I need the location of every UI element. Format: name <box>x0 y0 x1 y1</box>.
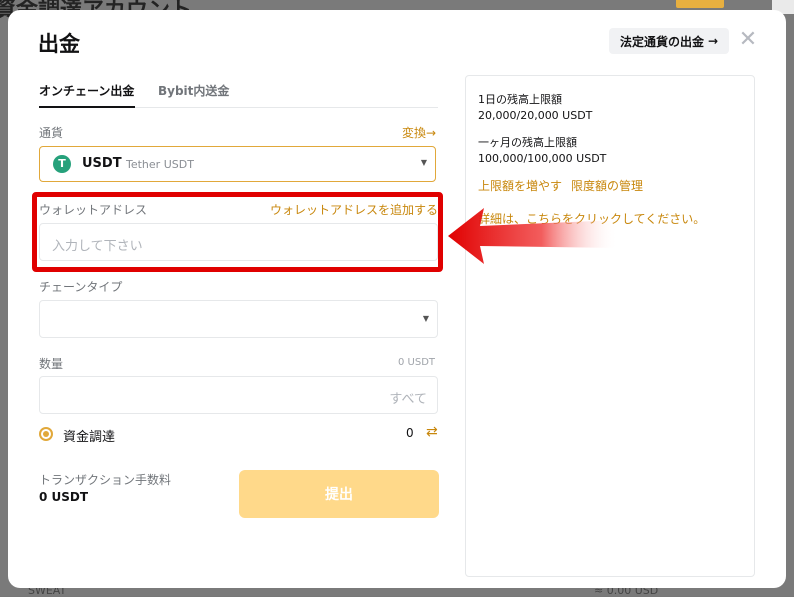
amount-label: 数量 <box>39 357 64 371</box>
tab-internal-transfer[interactable]: Bybit内送金 <box>158 82 229 99</box>
amount-input[interactable]: すべて <box>39 376 438 414</box>
tab-onchain-withdraw[interactable]: オンチェーン出金 <box>39 82 134 99</box>
arrow-right-icon: → <box>426 126 437 140</box>
chain-type-label: チェーンタイプ <box>39 280 123 294</box>
highlight-annotation-box <box>32 192 443 272</box>
convert-link[interactable]: 変換→ <box>402 124 436 141</box>
limit-info-panel: 1日の残高上限額 20,000/20,000 USDT 一ヶ月の残高上限額 10… <box>465 75 755 577</box>
funding-label: 資金調達 <box>63 430 116 445</box>
background-badge <box>676 0 724 8</box>
close-icon[interactable]: ✕ <box>738 29 758 51</box>
funding-radio[interactable] <box>39 427 53 441</box>
fee-value: 0 USDT <box>39 490 89 504</box>
currency-label: 通貨 <box>39 126 64 140</box>
monthly-limit-value: 100,000/100,000 USDT <box>478 152 607 165</box>
annotation-arrow-icon <box>448 208 618 264</box>
tether-icon: T <box>53 155 71 173</box>
submit-button[interactable]: 提出 <box>239 470 439 518</box>
convert-link-label: 変換 <box>402 126 427 140</box>
fiat-withdraw-button[interactable]: 法定通貨の出金 → <box>609 28 729 54</box>
modal-title: 出金 <box>38 32 80 56</box>
arrow-right-icon: → <box>707 34 719 48</box>
daily-limit-label: 1日の残高上限額 <box>478 93 562 106</box>
monthly-limit-label: 一ヶ月の残高上限額 <box>478 136 577 149</box>
fee-label: トランザクション手数料 <box>39 473 172 487</box>
swap-icon[interactable]: ⇄ <box>426 424 438 440</box>
manage-limit-link[interactable]: 限度額の管理 <box>571 177 643 194</box>
fiat-withdraw-label: 法定通貨の出金 <box>619 34 704 49</box>
active-tab-indicator <box>39 106 135 108</box>
currency-symbol: USDT <box>82 156 122 171</box>
amount-balance: 0 USDT <box>398 357 436 368</box>
max-amount-button[interactable]: すべて <box>389 388 427 407</box>
increase-limit-link[interactable]: 上限額を増やす <box>478 177 562 194</box>
chevron-down-icon: ▼ <box>422 314 429 323</box>
chain-type-select[interactable]: ▼ <box>39 300 438 338</box>
currency-select[interactable]: T USDT Tether USDT ▼ <box>39 146 436 182</box>
daily-limit-value: 20,000/20,000 USDT <box>478 109 593 122</box>
funding-value: 0 <box>406 426 414 440</box>
chevron-down-icon: ▼ <box>420 158 427 167</box>
currency-name: Tether USDT <box>126 158 194 171</box>
withdraw-modal: 出金 法定通貨の出金 → ✕ オンチェーン出金 Bybit内送金 通貨 変換→ … <box>8 10 786 588</box>
